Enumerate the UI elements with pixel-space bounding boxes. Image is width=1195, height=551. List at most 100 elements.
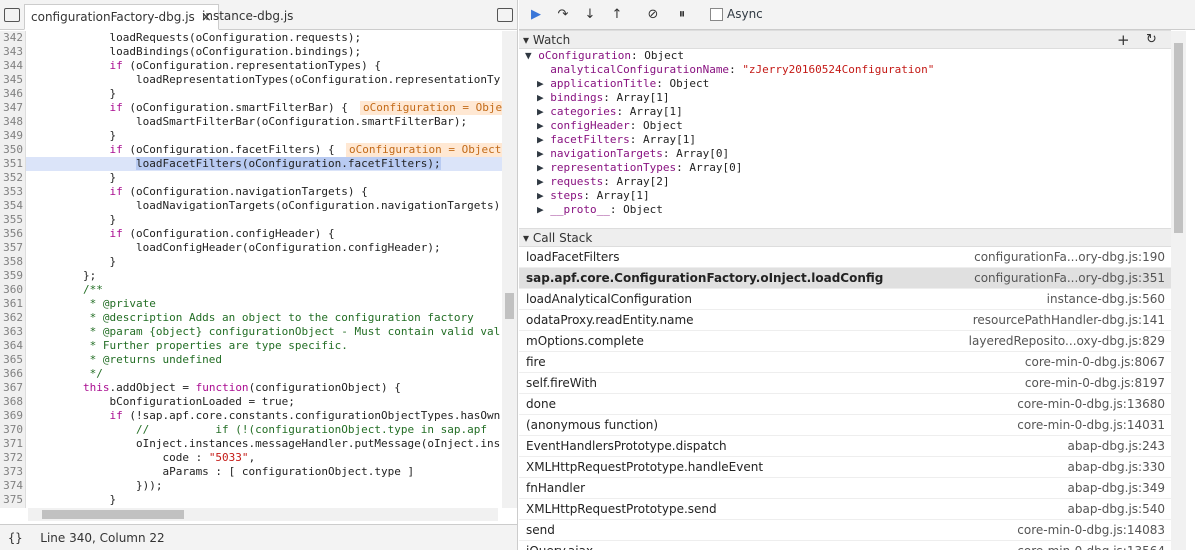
callstack-frame[interactable]: odataProxy.readEntity.name resourcePathHa… — [519, 310, 1171, 331]
frame-location[interactable]: core-min-0-dbg.js:13564 — [1017, 541, 1165, 550]
line-number[interactable]: 361 — [0, 297, 26, 311]
code-line[interactable]: 375 } — [0, 493, 517, 507]
line-number[interactable]: 362 — [0, 311, 26, 325]
code-line[interactable]: 368 bConfigurationLoaded = true; — [0, 395, 517, 409]
line-number[interactable]: 376 — [0, 507, 26, 508]
line-number[interactable]: 343 — [0, 45, 26, 59]
tab-instance[interactable]: instance-dbg.js — [196, 4, 299, 30]
frame-location[interactable]: core-min-0-dbg.js:14031 — [1017, 415, 1165, 436]
line-number[interactable]: 375 — [0, 493, 26, 507]
line-number[interactable]: 373 — [0, 465, 26, 479]
code-line[interactable]: 372 code : "5033", — [0, 451, 517, 465]
tab-configurationfactory[interactable]: configurationFactory-dbg.js × — [24, 4, 219, 30]
callstack-header[interactable]: ▾ Call Stack — [519, 228, 1171, 247]
pretty-print-icon[interactable]: {} — [8, 531, 22, 545]
line-number[interactable]: 349 — [0, 129, 26, 143]
line-number[interactable]: 350 — [0, 143, 26, 157]
code-line[interactable]: 350 if (oConfiguration.facetFilters) {oC… — [0, 143, 517, 157]
callstack-frame[interactable]: mOptions.complete layeredReposito...oxy-d… — [519, 331, 1171, 352]
code-line[interactable]: 364 * Further properties are type specif… — [0, 339, 517, 353]
sidebar-scrollbar[interactable] — [1171, 31, 1186, 550]
editor-vertical-scrollbar[interactable] — [502, 31, 517, 508]
code-line[interactable]: 342 loadRequests(oConfiguration.requests… — [0, 31, 517, 45]
code-line[interactable]: 348 loadSmartFilterBar(oConfiguration.sm… — [0, 115, 517, 129]
frame-location[interactable]: resourcePathHandler-dbg.js:141 — [973, 310, 1165, 331]
code-line[interactable]: 363 * @param {object} configurationObjec… — [0, 325, 517, 339]
line-number[interactable]: 354 — [0, 199, 26, 213]
callstack-frame[interactable]: jQuery.ajax core-min-0-dbg.js:13564 — [519, 541, 1171, 550]
deactivate-breakpoints-icon[interactable]: ⊘ — [645, 7, 661, 23]
code-line[interactable]: 360 /** — [0, 283, 517, 297]
code-line[interactable]: 374 })); — [0, 479, 517, 493]
code-line[interactable]: 356 if (oConfiguration.configHeader) { — [0, 227, 517, 241]
code-line[interactable]: 345 loadRepresentationTypes(oConfigurati… — [0, 73, 517, 87]
frame-location[interactable]: core-min-0-dbg.js:13680 — [1017, 394, 1165, 415]
line-number[interactable]: 352 — [0, 171, 26, 185]
watch-property[interactable]: ▶ steps: Array[1] — [519, 189, 1169, 203]
line-number[interactable]: 365 — [0, 353, 26, 367]
frame-location[interactable]: abap-dbg.js:243 — [1068, 436, 1165, 457]
toggle-debugger-icon[interactable] — [497, 8, 513, 22]
scrollbar-thumb[interactable] — [1174, 43, 1183, 233]
code-line[interactable]: 367 this.addObject = function(configurat… — [0, 381, 517, 395]
code-line[interactable]: 343 loadBindings(oConfiguration.bindings… — [0, 45, 517, 59]
line-number[interactable]: 366 — [0, 367, 26, 381]
editor-horizontal-scrollbar[interactable] — [28, 508, 498, 521]
callstack-frame[interactable]: fnHandler abap-dbg.js:349 — [519, 478, 1171, 499]
step-out-icon[interactable]: ↑ — [609, 7, 625, 23]
line-number[interactable]: 367 — [0, 381, 26, 395]
line-number[interactable]: 374 — [0, 479, 26, 493]
code-editor[interactable]: 342 loadRequests(oConfiguration.requests… — [0, 31, 517, 508]
code-line[interactable]: 373 aParams : [ configurationObject.type… — [0, 465, 517, 479]
frame-location[interactable]: core-min-0-dbg.js:14083 — [1017, 520, 1165, 541]
watch-property[interactable]: ▶ bindings: Array[1] — [519, 91, 1169, 105]
code-line[interactable]: 355 } — [0, 213, 517, 227]
frame-location[interactable]: abap-dbg.js:330 — [1068, 457, 1165, 478]
frame-location[interactable]: configurationFa...ory-dbg.js:351 — [974, 268, 1165, 289]
add-watch-icon[interactable]: + — [1117, 31, 1130, 49]
line-number[interactable]: 371 — [0, 437, 26, 451]
watch-header[interactable]: ▾ Watch + ↻ — [519, 30, 1171, 49]
refresh-watch-icon[interactable]: ↻ — [1146, 31, 1157, 49]
line-number[interactable]: 345 — [0, 73, 26, 87]
code-line[interactable]: 352 } — [0, 171, 517, 185]
frame-location[interactable]: instance-dbg.js:560 — [1047, 289, 1165, 310]
scrollbar-thumb[interactable] — [505, 293, 514, 319]
line-number[interactable]: 364 — [0, 339, 26, 353]
code-line[interactable]: 357 loadConfigHeader(oConfiguration.conf… — [0, 241, 517, 255]
callstack-frame[interactable]: done core-min-0-dbg.js:13680 — [519, 394, 1171, 415]
watch-property[interactable]: ▶ navigationTargets: Array[0] — [519, 147, 1169, 161]
line-number[interactable]: 368 — [0, 395, 26, 409]
line-number[interactable]: 370 — [0, 423, 26, 437]
code-line[interactable]: 346 } — [0, 87, 517, 101]
callstack-frame[interactable]: sap.apf.core.ConfigurationFactory.oInjec… — [519, 268, 1171, 289]
async-checkbox[interactable] — [710, 8, 723, 21]
code-line[interactable]: 358 } — [0, 255, 517, 269]
watch-property[interactable]: ▶ categories: Array[1] — [519, 105, 1169, 119]
callstack-frame[interactable]: send core-min-0-dbg.js:14083 — [519, 520, 1171, 541]
watch-expression[interactable]: ▼ oConfiguration: Object — [519, 49, 1169, 63]
callstack-frame[interactable]: loadAnalyticalConfiguration instance-dbg.… — [519, 289, 1171, 310]
line-number[interactable]: 348 — [0, 115, 26, 129]
line-number[interactable]: 363 — [0, 325, 26, 339]
callstack-frame[interactable]: XMLHttpRequestPrototype.send abap-dbg.js:… — [519, 499, 1171, 520]
watch-property[interactable]: ▶ applicationTitle: Object — [519, 77, 1169, 91]
code-line[interactable]: 344 if (oConfiguration.representationTyp… — [0, 59, 517, 73]
callstack-frame[interactable]: loadFacetFilters configurationFa...ory-db… — [519, 247, 1171, 268]
frame-location[interactable]: configurationFa...ory-dbg.js:190 — [974, 247, 1165, 268]
line-number[interactable]: 355 — [0, 213, 26, 227]
code-line[interactable]: 349 } — [0, 129, 517, 143]
watch-property[interactable]: ▶ facetFilters: Array[1] — [519, 133, 1169, 147]
line-number[interactable]: 351 — [0, 157, 26, 171]
frame-location[interactable]: layeredReposito...oxy-dbg.js:829 — [969, 331, 1165, 352]
line-number[interactable]: 358 — [0, 255, 26, 269]
line-number[interactable]: 356 — [0, 227, 26, 241]
line-number[interactable]: 344 — [0, 59, 26, 73]
code-line[interactable]: 365 * @returns undefined — [0, 353, 517, 367]
callstack-frame[interactable]: XMLHttpRequestPrototype.handleEvent abap-… — [519, 457, 1171, 478]
code-line[interactable]: 371 oInject.instances.messageHandler.put… — [0, 437, 517, 451]
line-number[interactable]: 357 — [0, 241, 26, 255]
callstack-frame[interactable]: (anonymous function) core-min-0-dbg.js:14… — [519, 415, 1171, 436]
scrollbar-thumb[interactable] — [42, 510, 184, 519]
callstack-frame[interactable]: EventHandlersPrototype.dispatch abap-dbg.… — [519, 436, 1171, 457]
